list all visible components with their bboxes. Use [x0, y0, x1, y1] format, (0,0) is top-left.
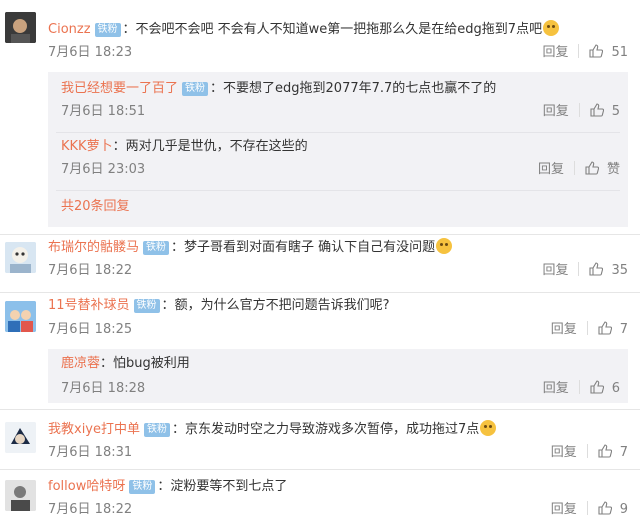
reply-button[interactable]: 回复 [543, 380, 569, 398]
like-count[interactable]: 9 [620, 501, 628, 519]
divider [578, 103, 580, 117]
thumbs-up-icon[interactable] [585, 161, 599, 175]
fan-badge: 铁粉 [94, 23, 121, 37]
comment-item: Cionzz 铁粉 ：不会吧不会吧 不会有人不知道we第一把拖那么久是在给edg拖到… [0, 0, 640, 235]
comment-time: 7月6日 18:22 [48, 263, 133, 278]
username-link[interactable]: 我已经想要一了百了 [61, 81, 178, 96]
divider [586, 501, 588, 515]
reply-text: 不要想了edg拖到2077年7.7的七点也赢不了的 [223, 81, 497, 96]
like-count[interactable]: 51 [611, 44, 628, 62]
reply-time: 7月6日 18:51 [61, 104, 146, 119]
like-count[interactable]: 5 [612, 103, 620, 121]
username-link[interactable]: follow哈特呀 [48, 479, 125, 494]
like-count[interactable]: 6 [612, 380, 620, 398]
divider [578, 44, 580, 58]
reply-button[interactable]: 回复 [551, 444, 577, 462]
like-count[interactable]: 35 [611, 262, 628, 280]
avatar[interactable] [5, 480, 36, 511]
fan-badge: 铁粉 [143, 241, 170, 255]
reply-item: KKK萝卜：两对几乎是世仇，不存在这些的 7月6日 23:03 回复赞 [48, 132, 628, 192]
divider [578, 262, 580, 276]
like-count[interactable]: 赞 [607, 161, 620, 179]
username-link[interactable]: 布瑞尔的骷髅马 [48, 240, 139, 255]
reply-list: 我已经想要一了百了 铁粉 ：不要想了edg拖到2077年7.7的七点也赢不了的 7月… [48, 72, 628, 227]
comment-item: 11号替补球员 铁粉 ：额，为什么官方不把问题告诉我们呢? 7月6日 18:25 回… [0, 293, 640, 410]
comment-item: follow哈特呀 铁粉 ：淀粉要等不到七点了 7月6日 18:22 回复 9 [0, 470, 640, 528]
comment-time: 7月6日 18:22 [48, 502, 133, 517]
fan-badge: 铁粉 [182, 82, 209, 96]
like-count[interactable]: 7 [620, 321, 628, 339]
comment-time: 7月6日 18:25 [48, 322, 133, 337]
avatar[interactable] [5, 422, 36, 453]
thumbs-up-icon[interactable] [598, 501, 612, 515]
fan-badge: 铁粉 [144, 423, 170, 437]
fan-badge: 铁粉 [129, 480, 156, 494]
thumbs-up-icon[interactable] [589, 44, 604, 58]
like-count[interactable]: 7 [620, 444, 628, 462]
comment-text: 额，为什么官方不把问题告诉我们呢? [174, 298, 390, 313]
divider [578, 380, 580, 394]
reply-item: 我已经想要一了百了 铁粉 ：不要想了edg拖到2077年7.7的七点也赢不了的 7月… [48, 72, 628, 134]
comment-time: 7月6日 18:31 [48, 445, 133, 460]
reply-item: 鹿凉蓉：怕bug被利用 7月6日 18:28 回复 6 [61, 356, 620, 398]
comment-item: 布瑞尔的骷髅马 铁粉 ：梦子哥看到对面有瞎子 确认下自己有没问题 7月6日 18:2… [0, 235, 640, 293]
thumbs-up-icon[interactable] [589, 262, 604, 276]
username-link[interactable]: 11号替补球员 [48, 298, 130, 313]
avatar[interactable] [5, 242, 36, 273]
thumbs-up-icon[interactable] [598, 321, 612, 335]
more-replies-link[interactable]: 共20条回复 [61, 198, 130, 216]
reply-button[interactable]: 回复 [543, 103, 569, 121]
username-link[interactable]: 鹿凉蓉 [61, 356, 100, 371]
reply-button[interactable]: 回复 [538, 161, 564, 179]
reply-button[interactable]: 回复 [551, 501, 577, 519]
comment-text: 梦子哥看到对面有瞎子 确认下自己有没问题 [184, 240, 436, 255]
divider [586, 321, 588, 335]
avatar[interactable] [5, 12, 36, 43]
fan-badge: 铁粉 [133, 299, 160, 313]
divider [586, 444, 588, 458]
username-link[interactable]: Cionzz [48, 22, 91, 37]
avatar[interactable] [5, 301, 36, 332]
comment-text: 淀粉要等不到七点了 [170, 479, 288, 494]
reply-text: 怕bug被利用 [113, 356, 190, 371]
comment-item: 我教xiye打中单 铁粉 ：京东发动时空之力导致游戏多次暂停，成功拖过7点 7月6日… [0, 410, 640, 470]
smile-emoji-icon [480, 420, 497, 436]
reply-button[interactable]: 回复 [551, 321, 577, 339]
thumbs-up-icon[interactable] [590, 380, 604, 394]
reply-time: 7月6日 18:28 [61, 381, 146, 396]
smile-emoji-icon [543, 20, 560, 36]
comment-text: 京东发动时空之力导致游戏多次暂停，成功拖过7点 [185, 422, 480, 437]
reply-time: 7月6日 23:03 [61, 162, 146, 177]
reply-text: 两对几乎是世仇，不存在这些的 [125, 139, 308, 154]
smile-emoji-icon [436, 238, 453, 254]
comment-text: 不会吧不会吧 不会有人不知道we第一把拖那么久是在给edg拖到7点吧 [135, 22, 543, 37]
divider [56, 190, 620, 191]
divider [573, 161, 575, 175]
thumbs-up-icon[interactable] [590, 103, 604, 117]
username-link[interactable]: KKK萝卜 [61, 139, 113, 154]
reply-button[interactable]: 回复 [542, 44, 568, 62]
comment-time: 7月6日 18:23 [48, 45, 133, 60]
username-link[interactable]: 我教xiye打中单 [48, 422, 140, 437]
reply-list: 鹿凉蓉：怕bug被利用 7月6日 18:28 回复 6 [48, 349, 628, 403]
thumbs-up-icon[interactable] [598, 444, 612, 458]
reply-button[interactable]: 回复 [542, 262, 568, 280]
